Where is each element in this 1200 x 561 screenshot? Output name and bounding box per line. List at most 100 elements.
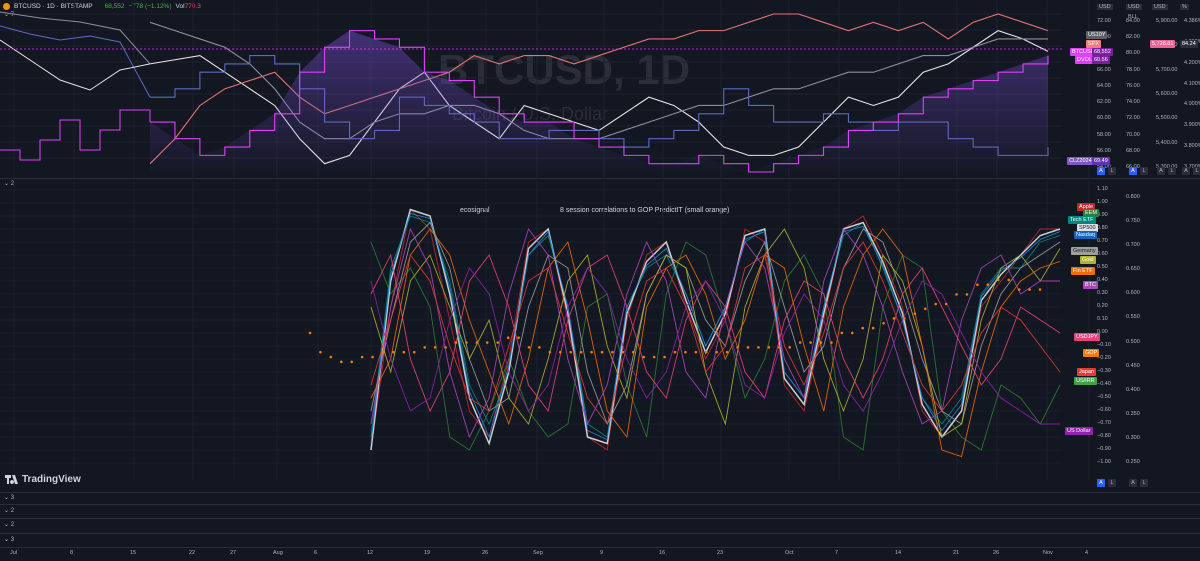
gop-point [725, 350, 729, 354]
series-dvol-history [0, 109, 151, 161]
gop-point [903, 317, 906, 320]
gop-point [757, 346, 760, 349]
gop-point [475, 341, 479, 344]
pane-divider-5 [0, 518, 1200, 519]
time-tick: 22 [189, 550, 196, 556]
gop-point [433, 346, 437, 349]
gop-point [485, 341, 489, 344]
time-tick: Jul [10, 550, 18, 556]
tradingview-logo[interactable]: TradingView [5, 474, 81, 485]
pane-collapse-3[interactable]: ⌄ 3 [4, 494, 14, 501]
pane-divider-6 [0, 533, 1200, 534]
tradingview-icon [5, 475, 18, 484]
gop-point [454, 341, 458, 344]
gop-point [506, 336, 510, 340]
time-tick: 21 [953, 550, 960, 556]
gop-point [579, 350, 583, 354]
gop-point [1038, 288, 1042, 291]
time-tick: 9 [600, 550, 604, 556]
gop-point [371, 355, 374, 359]
gop-point [444, 346, 447, 349]
gop-point [611, 350, 614, 354]
gop-point [1017, 288, 1021, 291]
gop-point [652, 355, 656, 359]
gop-point [339, 360, 343, 364]
pane-collapse-5[interactable]: ⌄ 2 [4, 521, 14, 528]
gop-point [704, 350, 708, 354]
gop-point [1007, 278, 1011, 282]
gop-point [861, 326, 865, 330]
gop-point [694, 350, 698, 354]
time-tick: 7 [835, 550, 839, 556]
time-tick: 27 [230, 550, 237, 556]
gop-point [663, 355, 666, 359]
gop-point [715, 350, 719, 354]
dvol-area [150, 30, 1048, 173]
gop-point [558, 350, 562, 354]
time-axis-divider [0, 547, 1200, 548]
gop-point [892, 317, 896, 320]
gop-point [350, 360, 354, 364]
gop-point [1028, 288, 1031, 291]
time-tick: 14 [895, 550, 902, 556]
bottom-grid [0, 180, 1090, 480]
time-tick: Nov [1043, 550, 1053, 556]
gop-point [923, 307, 927, 311]
gop-point [944, 302, 948, 306]
series-btc-history [0, 39, 151, 91]
gop-point [631, 350, 635, 354]
gop-point [850, 331, 854, 335]
gop-point [319, 350, 322, 354]
gop-point [600, 350, 604, 354]
gop-point [423, 346, 427, 349]
gop-point [934, 302, 938, 306]
gop-point [590, 350, 593, 354]
time-tick: Oct [785, 550, 794, 556]
gop-point [548, 350, 552, 354]
gop-point [913, 312, 917, 315]
gop-point [538, 346, 541, 349]
pane-collapse-6[interactable]: ⌄ 3 [4, 536, 14, 543]
gop-point [517, 336, 520, 340]
gop-point [402, 350, 406, 354]
time-tick: 8 [70, 550, 74, 556]
gop-point [819, 341, 823, 344]
time-tick: 23 [717, 550, 724, 556]
pane-divider-4 [0, 504, 1200, 505]
gop-point [381, 350, 385, 354]
time-tick: Sep [533, 550, 543, 556]
gop-point [736, 346, 739, 349]
top-price-pane[interactable] [0, 0, 1200, 178]
time-tick: 26 [993, 550, 1000, 556]
gop-point [798, 341, 802, 344]
gop-point [871, 326, 875, 330]
time-tick: 15 [130, 550, 137, 556]
pane-divider[interactable] [0, 178, 1200, 179]
time-tick: 12 [367, 550, 374, 556]
pane-divider-3 [0, 492, 1200, 493]
time-axis[interactable]: Jul 8 15 22 27 Aug 6 12 19 26 Sep 9 16 23 Oct 7 14 21 26 No… [0, 549, 1200, 561]
gop-point [642, 355, 646, 359]
gop-point [412, 350, 416, 354]
gop-point [308, 331, 312, 335]
gop-point [360, 355, 364, 359]
gop-point [830, 341, 833, 344]
correlation-pane[interactable] [0, 180, 1200, 492]
gop-point [392, 350, 395, 354]
pane-collapse-4[interactable]: ⌄ 2 [4, 507, 14, 514]
gop-point [527, 346, 531, 349]
gop-point [746, 346, 750, 349]
gop-point [777, 346, 781, 349]
gop-point [996, 278, 1000, 282]
gop-point [788, 346, 792, 349]
gop-point [329, 355, 333, 359]
time-tick: 26 [482, 550, 489, 556]
gop-point [621, 350, 625, 354]
gop-point [976, 283, 979, 287]
gop-point [840, 331, 844, 335]
time-tick: 16 [659, 550, 666, 556]
gop-point [684, 350, 687, 354]
gop-point [767, 346, 771, 349]
time-tick: Aug [273, 550, 283, 556]
gop-point [955, 293, 958, 296]
